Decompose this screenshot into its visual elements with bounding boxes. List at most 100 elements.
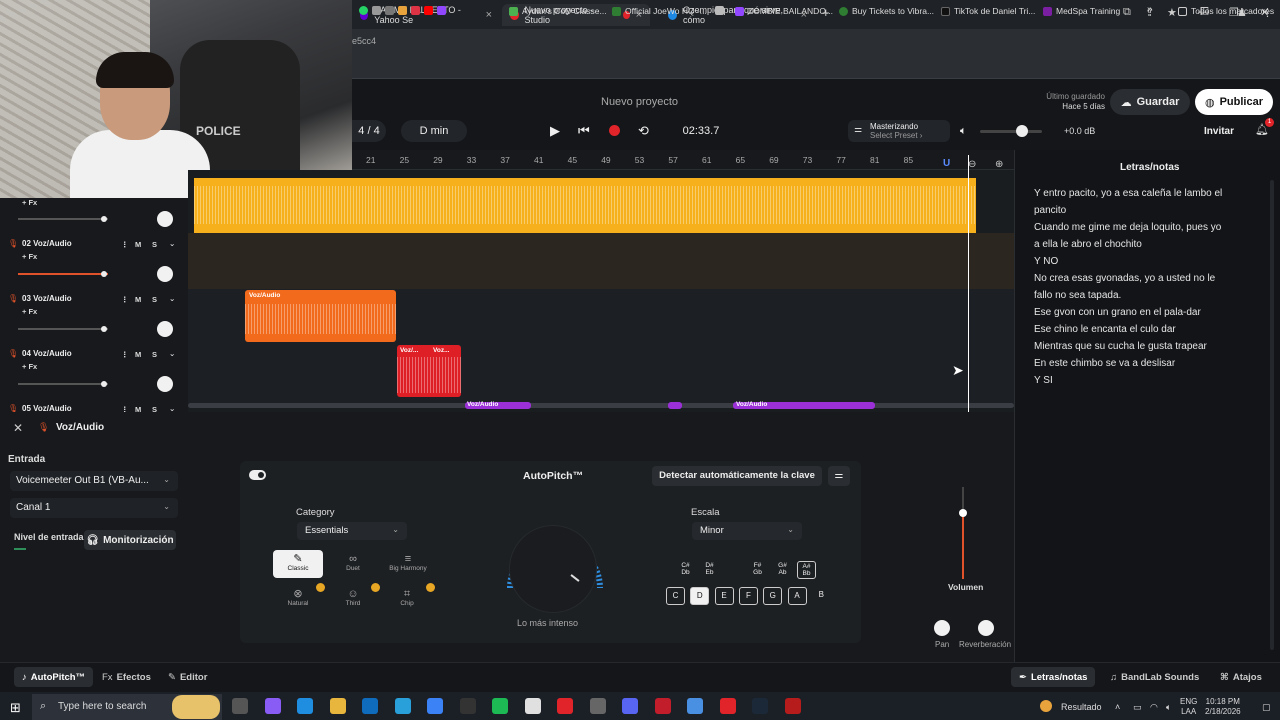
settings-sliders-icon[interactable]: ⚌	[828, 466, 850, 486]
chrome-icon[interactable]	[524, 698, 541, 714]
lyric-line[interactable]: Ese chino le encanta el culo dar	[1034, 324, 1176, 335]
tab-lyrics[interactable]: ✒ Letras/notas	[1011, 667, 1096, 687]
windows-start-icon[interactable]: ⊞	[10, 700, 21, 716]
intensity-dial[interactable]	[509, 525, 597, 613]
monitoring-button[interactable]: 🎧︎ Monitorización	[84, 530, 176, 550]
time-signature[interactable]: 4 / 4	[352, 120, 386, 142]
track-pan-knob[interactable]	[157, 376, 173, 392]
solo-button[interactable]: S	[152, 350, 157, 359]
master-volume-slider[interactable]	[980, 130, 1042, 133]
key-e[interactable]: E	[714, 587, 734, 605]
add-fx-button[interactable]: + Fx	[22, 198, 37, 207]
lyric-line[interactable]: Cuando me gime me deja loquito, pues yo	[1034, 222, 1221, 233]
key-selector[interactable]: D min	[401, 120, 467, 142]
tab-autopitch[interactable]: ♪ AutoPitch™	[14, 667, 94, 687]
app-icon[interactable]	[385, 6, 394, 15]
preset-duet[interactable]: ∞ Duet	[328, 550, 378, 578]
track-volume-slider[interactable]	[18, 383, 108, 385]
app-icon[interactable]	[372, 6, 381, 15]
speaker-icon[interactable]: 🔈︎	[960, 125, 967, 138]
reverb-knob[interactable]	[978, 620, 994, 636]
bookmark-item[interactable]: TikTok de Daniel Tri...	[941, 6, 1035, 16]
input-device-select[interactable]: Voicemeeter Out B1 (VB-Au... ⌄	[10, 471, 178, 491]
key-f-sharp[interactable]: F# Gb	[748, 561, 767, 579]
pan-knob[interactable]	[934, 620, 950, 636]
chevron-down-icon[interactable]: ⌄	[169, 349, 175, 358]
lyric-line[interactable]: Mientras que su cucha le gusta trapear	[1034, 341, 1207, 352]
opera-icon[interactable]	[557, 698, 573, 714]
track-menu-icon[interactable]: ⋮	[121, 295, 129, 304]
key-g[interactable]: G	[763, 587, 783, 605]
zoom-in-icon[interactable]: ⊕	[995, 159, 1003, 170]
mute-button[interactable]: M	[135, 350, 141, 359]
playhead[interactable]	[968, 155, 969, 412]
lyric-line[interactable]: No crea esas gvonadas, yo a usted no le	[1034, 273, 1215, 284]
app-icon[interactable]	[719, 698, 736, 714]
play-icon[interactable]: ▶	[550, 123, 560, 139]
scale-select[interactable]: Minor ⌄	[692, 522, 802, 540]
track-volume-knob[interactable]	[101, 381, 107, 387]
spotify-icon[interactable]	[492, 698, 508, 714]
language-indicator[interactable]: ENG LAA	[1180, 697, 1197, 717]
pin-icon[interactable]	[715, 6, 724, 15]
store-icon[interactable]	[427, 698, 443, 714]
key-c[interactable]: C	[666, 587, 685, 605]
tab-bandlab-sounds[interactable]: ♫ BandLab Sounds	[1102, 667, 1207, 687]
loop-icon[interactable]: ⟲	[638, 123, 649, 139]
solo-button[interactable]: S	[152, 295, 157, 304]
key-b[interactable]: B	[812, 587, 831, 605]
bookmark-item[interactable]: Buy Tickets to Vibra...	[839, 6, 934, 16]
bookmark-item[interactable]: Official JoeWo HQ -...	[612, 6, 707, 16]
chevron-down-icon[interactable]: ⌄	[169, 239, 175, 248]
magnet-icon[interactable]: U	[943, 158, 950, 169]
zoom-out-icon[interactable]: ⊖	[968, 159, 976, 170]
category-select[interactable]: Essentials ⌄	[297, 522, 407, 540]
track-pan-knob[interactable]	[157, 211, 173, 227]
mastering-preset-button[interactable]: ⚌ Masterizando Select Preset ›	[848, 120, 950, 142]
track-menu-icon[interactable]: ⋮	[121, 240, 129, 249]
publish-button[interactable]: ◍ Publicar	[1195, 89, 1273, 115]
track-menu-icon[interactable]: ⋮	[121, 350, 129, 359]
network-icon[interactable]: ▭	[1133, 702, 1142, 713]
timeline-scrollbar[interactable]	[188, 403, 1014, 408]
key-a-sharp[interactable]: A# Bb	[797, 561, 816, 579]
key-c-sharp[interactable]: C# Db	[676, 561, 695, 579]
track-lane-02[interactable]	[188, 233, 1014, 289]
epic-games-icon[interactable]	[459, 698, 476, 714]
track-name[interactable]: 02 Voz/Audio	[22, 239, 72, 248]
add-fx-button[interactable]: + Fx	[22, 307, 37, 316]
gmail-icon[interactable]	[411, 6, 420, 15]
notifications-icon[interactable]: ▢	[1262, 702, 1271, 713]
telegram-icon[interactable]	[394, 698, 411, 714]
track-pan-knob[interactable]	[157, 266, 173, 282]
bookmark-star-icon[interactable]: ★	[1167, 6, 1177, 19]
track-pan-knob[interactable]	[157, 321, 173, 337]
lyric-line[interactable]: fallo no sea tapada.	[1034, 290, 1121, 301]
github-icon[interactable]	[589, 698, 606, 714]
record-button[interactable]	[609, 125, 620, 136]
key-d[interactable]: D	[690, 587, 710, 605]
all-bookmarks-folder[interactable]: Todos los marcadores	[1178, 6, 1274, 16]
track-volume-knob[interactable]	[101, 271, 107, 277]
wifi-icon[interactable]: ◠	[1150, 702, 1158, 713]
master-volume-knob[interactable]	[1016, 125, 1028, 137]
key-a[interactable]: A	[787, 587, 807, 605]
skip-back-icon[interactable]: ⏮	[578, 123, 590, 139]
lyric-line[interactable]: Y NO	[1034, 256, 1058, 267]
discord-icon[interactable]	[622, 698, 638, 714]
audio-clip-purple[interactable]	[668, 402, 682, 409]
bookmark-item[interactable]: ZOMBIE BAILANDO...	[735, 6, 833, 16]
whatsapp-icon[interactable]	[359, 6, 368, 15]
track-name[interactable]: 04 Voz/Audio	[22, 349, 72, 358]
shield-icon[interactable]	[687, 698, 703, 714]
install-icon[interactable]: ⧉	[1123, 6, 1131, 19]
voicemeeter-icon[interactable]	[784, 698, 801, 714]
copilot-icon[interactable]	[264, 698, 281, 714]
track-volume-slider[interactable]	[18, 218, 108, 220]
lyric-line[interactable]: En este chimbo se va a deslisar	[1034, 358, 1175, 369]
app-icon[interactable]	[398, 6, 407, 15]
audio-clip-yellow[interactable]	[194, 178, 976, 233]
lyric-line[interactable]: Y SI	[1034, 375, 1053, 386]
preset-classic[interactable]: ✎ Classic	[273, 550, 323, 578]
file-explorer-icon[interactable]	[329, 698, 346, 714]
